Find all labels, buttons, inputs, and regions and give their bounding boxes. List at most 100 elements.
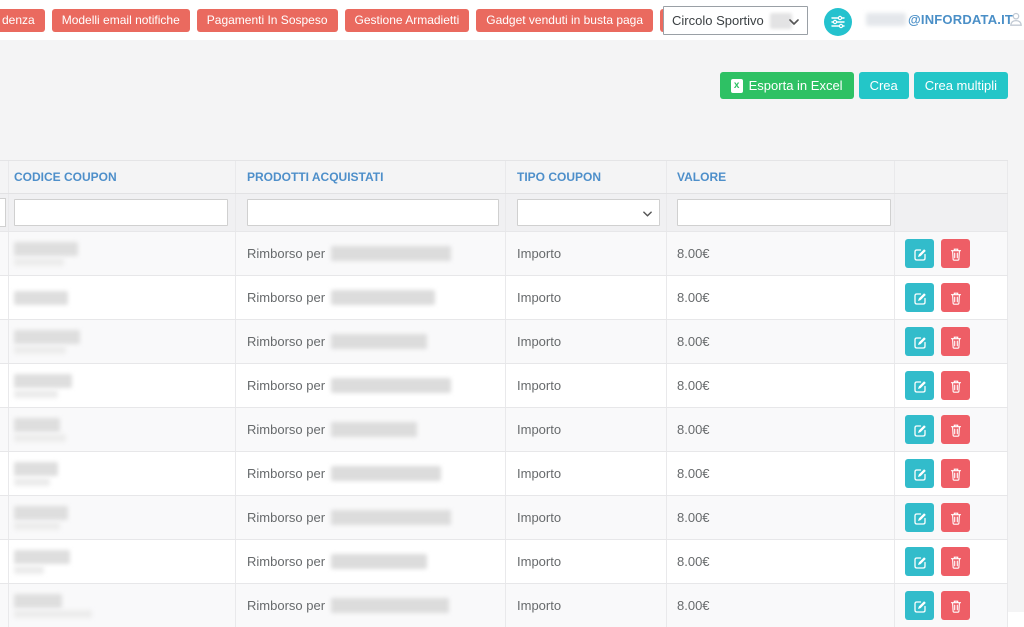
excel-file-icon: x xyxy=(731,79,743,93)
valore-cell: 8.00€ xyxy=(677,554,710,569)
edit-button[interactable] xyxy=(905,459,934,488)
nav-button-modelli-email[interactable]: Modelli email notifiche xyxy=(52,9,190,32)
header-tipo-coupon[interactable]: TIPO COUPON xyxy=(517,170,601,184)
header-codice-coupon[interactable]: CODICE COUPON xyxy=(14,170,117,184)
edit-icon xyxy=(913,291,927,305)
redacted-coupon-code xyxy=(14,550,70,574)
filter-actions-cell xyxy=(895,194,1008,231)
valore-cell: 8.00€ xyxy=(677,510,710,525)
tipo-cell: Importo xyxy=(517,554,561,569)
email-domain: @INFORDATA.IT xyxy=(908,12,1013,27)
edit-button[interactable] xyxy=(905,327,934,356)
tipo-cell: Importo xyxy=(517,290,561,305)
create-multiple-button[interactable]: Crea multipli xyxy=(914,72,1008,99)
redacted-coupon-code xyxy=(14,594,92,618)
tipo-cell: Importo xyxy=(517,378,561,393)
delete-button[interactable] xyxy=(941,547,970,576)
delete-button[interactable] xyxy=(941,371,970,400)
delete-button[interactable] xyxy=(941,415,970,444)
redacted-product xyxy=(331,554,427,569)
tipo-cell: Importo xyxy=(517,334,561,349)
redacted-product xyxy=(331,334,427,349)
table-row: Rimborso per Importo 8.00€ xyxy=(0,231,1008,275)
header-cell-spacer xyxy=(0,161,9,193)
user-icon xyxy=(1008,11,1024,28)
edit-icon xyxy=(913,555,927,569)
tipo-cell: Importo xyxy=(517,246,561,261)
delete-button[interactable] xyxy=(941,591,970,620)
top-bar: denza Modelli email notifiche Pagamenti … xyxy=(0,0,1024,40)
redacted-product xyxy=(331,290,435,305)
nav-button-pagamenti-sospeso[interactable]: Pagamenti In Sospeso xyxy=(197,9,338,32)
delete-button[interactable] xyxy=(941,327,970,356)
trash-icon xyxy=(949,423,963,437)
delete-button[interactable] xyxy=(941,459,970,488)
redacted-coupon-code xyxy=(14,418,66,442)
valore-cell: 8.00€ xyxy=(677,246,710,261)
redacted-coupon-code xyxy=(14,506,68,530)
table-row: Rimborso per Importo 8.00€ xyxy=(0,495,1008,539)
sliders-icon xyxy=(830,14,846,30)
filter-input-fragment[interactable] xyxy=(0,198,6,227)
coupons-table: CODICE COUPON PRODOTTI ACQUISTATI TIPO C… xyxy=(0,160,1008,627)
valore-cell: 8.00€ xyxy=(677,598,710,613)
prodotti-cell: Rimborso per xyxy=(247,246,325,261)
prodotti-cell: Rimborso per xyxy=(247,290,325,305)
filter-tipo-coupon-select[interactable] xyxy=(517,199,660,226)
edit-button[interactable] xyxy=(905,239,934,268)
table-row: Rimborso per Importo 8.00€ xyxy=(0,451,1008,495)
user-account-link[interactable]: @INFORDATA.IT xyxy=(866,12,1013,27)
trash-icon xyxy=(949,379,963,393)
edit-button[interactable] xyxy=(905,547,934,576)
table-row: Rimborso per Importo 8.00€ xyxy=(0,407,1008,451)
edit-button[interactable] xyxy=(905,415,934,444)
delete-button[interactable] xyxy=(941,239,970,268)
redacted-coupon-code xyxy=(14,330,80,354)
page-content: x Esporta in Excel Crea Crea multipli CO… xyxy=(0,40,1024,612)
edit-icon xyxy=(913,599,927,613)
delete-button[interactable] xyxy=(941,283,970,312)
trash-icon xyxy=(949,599,963,613)
header-actions xyxy=(895,161,1008,193)
prodotti-cell: Rimborso per xyxy=(247,334,325,349)
trash-icon xyxy=(949,467,963,481)
settings-sliders-button[interactable] xyxy=(824,8,852,36)
export-excel-button[interactable]: x Esporta in Excel xyxy=(720,72,854,99)
trash-icon xyxy=(949,291,963,305)
filter-codice-coupon-input[interactable] xyxy=(14,199,228,226)
header-valore[interactable]: VALORE xyxy=(677,170,726,184)
redacted-coupon-code xyxy=(14,242,78,266)
redacted-product xyxy=(331,378,451,393)
valore-cell: 8.00€ xyxy=(677,466,710,481)
edit-icon xyxy=(913,379,927,393)
filter-prodotti-input[interactable] xyxy=(247,199,499,226)
club-select[interactable]: Circolo Sportivo xyxy=(663,6,808,35)
redacted-coupon-code xyxy=(14,462,58,486)
valore-cell: 8.00€ xyxy=(677,290,710,305)
edit-icon xyxy=(913,247,927,261)
nav-button-gestione-armadietti[interactable]: Gestione Armadietti xyxy=(345,9,470,32)
club-select-value: Circolo Sportivo xyxy=(672,13,764,28)
nav-button-gadget-busta-paga[interactable]: Gadget venduti in busta paga xyxy=(476,9,653,32)
nav-button-scadenza-partial[interactable]: denza xyxy=(0,9,45,32)
table-header-row: CODICE COUPON PRODOTTI ACQUISTATI TIPO C… xyxy=(0,161,1008,194)
edit-button[interactable] xyxy=(905,503,934,532)
edit-button[interactable] xyxy=(905,371,934,400)
table-row: Rimborso per Importo 8.00€ xyxy=(0,319,1008,363)
redacted-product xyxy=(331,598,449,613)
header-prodotti-acquistati[interactable]: PRODOTTI ACQUISTATI xyxy=(247,170,383,184)
chevron-down-icon xyxy=(643,211,652,217)
edit-icon xyxy=(913,335,927,349)
edit-icon xyxy=(913,467,927,481)
edit-button[interactable] xyxy=(905,283,934,312)
action-toolbar: x Esporta in Excel Crea Crea multipli xyxy=(720,72,1008,99)
edit-button[interactable] xyxy=(905,591,934,620)
prodotti-cell: Rimborso per xyxy=(247,554,325,569)
delete-button[interactable] xyxy=(941,503,970,532)
tipo-cell: Importo xyxy=(517,510,561,525)
user-profile-button[interactable] xyxy=(1008,11,1024,31)
valore-cell: 8.00€ xyxy=(677,334,710,349)
filter-valore-input[interactable] xyxy=(677,199,891,226)
redacted-coupon-code xyxy=(14,291,68,305)
create-button[interactable]: Crea xyxy=(859,72,909,99)
